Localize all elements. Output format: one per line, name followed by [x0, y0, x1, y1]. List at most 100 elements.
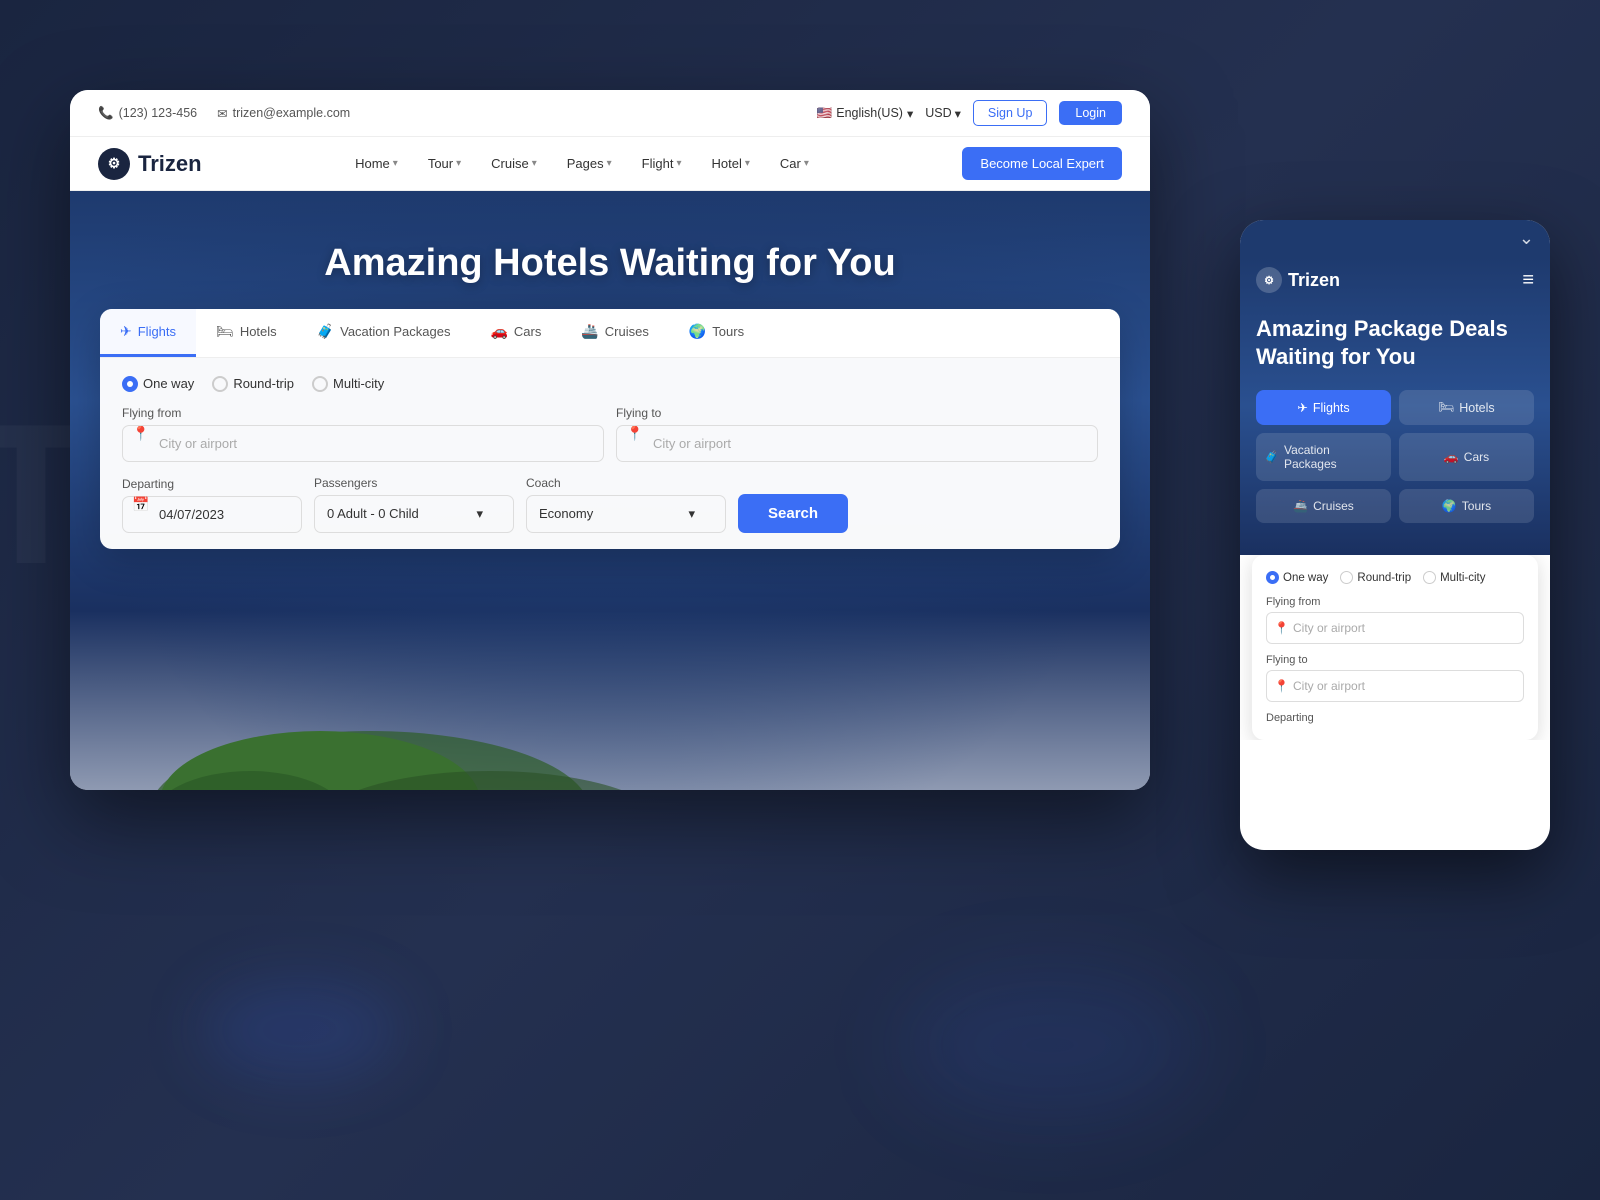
logo[interactable]: ⚙ Trizen	[98, 148, 202, 180]
mobile-radio-one-way[interactable]: One way	[1266, 571, 1328, 584]
currency-chevron: ▾	[955, 106, 961, 121]
nav-hotel[interactable]: Hotel▾	[700, 150, 762, 177]
flights-tab-label: Flights	[138, 324, 176, 339]
tours-tab-label: Tours	[712, 324, 744, 339]
coach-select[interactable]: Economy ▾	[526, 495, 726, 533]
radio-one-way[interactable]: One way	[122, 376, 194, 392]
flying-to-group: Flying to 📍 City or airport	[616, 406, 1098, 462]
mobile-cruises-label: Cruises	[1313, 499, 1354, 513]
tab-tours[interactable]: 🌍 Tours	[669, 309, 764, 357]
nav-tour[interactable]: Tour▾	[416, 150, 473, 177]
nav-pages[interactable]: Pages▾	[555, 150, 624, 177]
mobile-tab-cruises[interactable]: 🚢 Cruises	[1256, 489, 1391, 523]
mobile-logo[interactable]: ⚙ Trizen	[1256, 267, 1340, 293]
top-bar: 📞 (123) 123-456 ✉ trizen@example.com 🇺🇸 …	[70, 90, 1150, 137]
mobile-chevron-down: ⌄	[1519, 228, 1534, 249]
login-button[interactable]: Login	[1059, 101, 1122, 125]
tab-vacation-packages[interactable]: 🧳 Vacation Packages	[297, 309, 471, 357]
vacation-tab-label: Vacation Packages	[340, 324, 450, 339]
email-address: trizen@example.com	[233, 106, 351, 120]
mobile-tab-tours[interactable]: 🌍 Tours	[1399, 489, 1534, 523]
nav-flight[interactable]: Flight▾	[630, 150, 694, 177]
mobile-tab-flights[interactable]: ✈ Flights	[1256, 390, 1391, 425]
mobile-radio-round-trip-label: Round-trip	[1357, 572, 1411, 584]
mobile-cars-icon: 🚗	[1444, 450, 1459, 464]
bg-decor-2	[900, 970, 1200, 1120]
become-local-expert-button[interactable]: Become Local Expert	[962, 147, 1122, 180]
departing-label: Departing	[122, 477, 302, 491]
nav-bar: ⚙ Trizen Home▾ Tour▾ Cruise▾ Pages▾ Flig…	[70, 137, 1150, 191]
mobile-location-icon-from: 📍	[1274, 621, 1289, 635]
vacation-tab-icon: 🧳	[317, 323, 334, 340]
currency-selector[interactable]: USD ▾	[925, 106, 961, 121]
radio-round-trip-circle	[212, 376, 228, 392]
mobile-tab-vacation[interactable]: 🧳 Vacation Packages	[1256, 433, 1391, 481]
tab-cars[interactable]: 🚗 Cars	[470, 309, 561, 357]
mobile-flying-from-placeholder: City or airport	[1293, 621, 1365, 635]
nav-cruise[interactable]: Cruise▾	[479, 150, 549, 177]
flying-to-wrapper: 📍 City or airport	[616, 425, 1098, 462]
tour-chevron: ▾	[456, 158, 461, 169]
flying-from-group: Flying from 📍 City or airport	[122, 406, 604, 462]
passengers-group: Passengers 0 Adult - 0 Child ▾	[314, 476, 514, 533]
cruises-tab-icon: 🚢	[581, 323, 598, 340]
radio-multi-city-circle	[312, 376, 328, 392]
home-chevron: ▾	[393, 158, 398, 169]
flying-from-input[interactable]: City or airport	[122, 425, 604, 462]
hotels-tab-label: Hotels	[240, 324, 277, 339]
lang-chevron: ▾	[907, 106, 913, 121]
mobile-vacation-label: Vacation Packages	[1284, 443, 1383, 471]
mobile-hero-title: Amazing Package Deals Waiting for You	[1240, 299, 1550, 390]
radio-one-way-circle	[122, 376, 138, 392]
signup-button[interactable]: Sign Up	[973, 100, 1047, 126]
passengers-chevron: ▾	[476, 506, 483, 522]
mobile-departing-label: Departing	[1266, 712, 1524, 724]
radio-multi-city-label: Multi-city	[333, 376, 384, 391]
mobile-radio-multi-city-label: Multi-city	[1440, 572, 1485, 584]
coach-chevron: ▾	[688, 506, 695, 522]
radio-round-trip-label: Round-trip	[233, 376, 294, 391]
radio-round-trip[interactable]: Round-trip	[212, 376, 294, 392]
search-button[interactable]: Search	[738, 494, 848, 533]
mobile-hamburger-icon[interactable]: ≡	[1522, 269, 1534, 292]
coastline-svg	[70, 691, 1150, 790]
tab-cruises[interactable]: 🚢 Cruises	[561, 309, 669, 357]
cars-tab-label: Cars	[514, 324, 541, 339]
mobile-search-form: One way Round-trip Multi-city Flying fro…	[1252, 555, 1538, 740]
departing-wrapper: 📅 04/07/2023	[122, 496, 302, 533]
currency-label: USD	[925, 106, 951, 120]
mobile-logo-icon: ⚙	[1256, 267, 1282, 293]
flying-to-input[interactable]: City or airport	[616, 425, 1098, 462]
radio-multi-city[interactable]: Multi-city	[312, 376, 384, 392]
mobile-radio-multi-city[interactable]: Multi-city	[1423, 571, 1485, 584]
cruises-tab-label: Cruises	[605, 324, 649, 339]
logo-icon: ⚙	[98, 148, 130, 180]
nav-home[interactable]: Home▾	[343, 150, 410, 177]
top-bar-right: 🇺🇸 English(US) ▾ USD ▾ Sign Up Login	[817, 100, 1122, 126]
mobile-radio-round-trip[interactable]: Round-trip	[1340, 571, 1411, 584]
mobile-flying-to-input[interactable]: City or airport	[1266, 670, 1524, 702]
bottom-fields-row: Departing 📅 04/07/2023 Passengers 0 Adul…	[122, 476, 1098, 533]
cars-tab-icon: 🚗	[490, 323, 507, 340]
mobile-radio-one-way-label: One way	[1283, 572, 1328, 584]
mobile-top-chevron-bar: ⌄	[1240, 220, 1550, 257]
passengers-select[interactable]: 0 Adult - 0 Child ▾	[314, 495, 514, 533]
mobile-hotels-label: Hotels	[1459, 401, 1494, 415]
mobile-flying-to-label: Flying to	[1266, 654, 1524, 666]
phone-icon: 📞	[98, 106, 114, 121]
mobile-flying-from-label: Flying from	[1266, 596, 1524, 608]
tours-tab-icon: 🌍	[689, 323, 706, 340]
passengers-value: 0 Adult - 0 Child	[327, 506, 419, 521]
tab-hotels[interactable]: 🛏 Hotels	[196, 309, 297, 357]
mobile-flying-from-input[interactable]: City or airport	[1266, 612, 1524, 644]
mobile-tab-cars[interactable]: 🚗 Cars	[1399, 433, 1534, 481]
mobile-tab-hotels[interactable]: 🛏 Hotels	[1399, 390, 1534, 425]
departing-group: Departing 📅 04/07/2023	[122, 477, 302, 533]
logo-text: Trizen	[138, 151, 202, 177]
language-selector[interactable]: 🇺🇸 English(US) ▾	[817, 106, 914, 121]
flying-to-label: Flying to	[616, 406, 1098, 420]
nav-car[interactable]: Car▾	[768, 150, 821, 177]
language-label: English(US)	[836, 106, 903, 120]
tab-flights[interactable]: ✈ Flights	[100, 309, 196, 357]
mobile-cruises-icon: 🚢	[1293, 499, 1308, 513]
